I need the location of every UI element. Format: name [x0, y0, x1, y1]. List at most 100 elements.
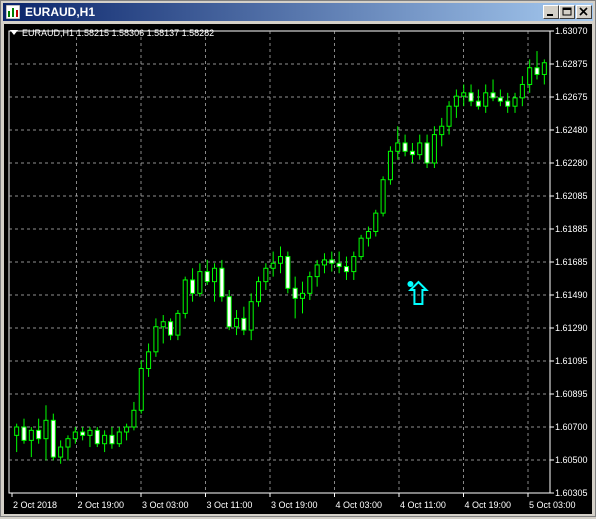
price-tick-label: 1.62875 [555, 59, 588, 69]
candle-body [138, 368, 144, 411]
candle-body [505, 100, 511, 107]
candle-body [131, 409, 137, 428]
candle-body [234, 317, 240, 328]
candle-body [241, 317, 247, 331]
time-tick-label: 3 Oct 19:00 [271, 500, 318, 510]
candlestick-chart[interactable]: 1.63070 1.62875 1.62675 1.62480 1.62280 1.620… [4, 24, 592, 514]
chart-window: EURAUD,H1 1.63070 1.62875 1.62675 1.62480 1.… [0, 0, 596, 517]
price-tick-label: 1.62675 [555, 92, 588, 102]
candle-body [190, 279, 196, 294]
candle-body [14, 426, 20, 436]
candle-body [219, 267, 225, 298]
chart-area[interactable]: 1.63070 1.62875 1.62675 1.62480 1.62280 1.620… [4, 24, 592, 514]
candle-body [417, 142, 423, 156]
candle-body [153, 326, 159, 353]
candle-body [373, 212, 379, 233]
candle-body [65, 438, 71, 448]
symbol-info-label: EURAUD,H1 1.58215 1.58306 1.58137 1.5828… [22, 28, 214, 38]
candle-body [365, 231, 371, 239]
close-button[interactable] [576, 5, 592, 19]
candle-body [343, 266, 349, 273]
time-tick-label: 4 Oct 11:00 [400, 500, 446, 510]
candle-body [204, 271, 210, 283]
candle-body [255, 281, 262, 303]
price-tick-label: 1.60305 [555, 488, 588, 498]
candle-body [58, 446, 64, 458]
candle-body [395, 142, 401, 152]
candle-body [21, 426, 27, 441]
candle-body [212, 267, 218, 283]
candle-body [124, 426, 130, 433]
candle-body [197, 271, 203, 294]
candle-body [439, 125, 445, 136]
candle-body [226, 296, 232, 328]
candle-body [446, 105, 452, 127]
close-icon [579, 7, 588, 16]
time-tick-label: 4 Oct 19:00 [465, 500, 512, 510]
candle-body [541, 62, 547, 75]
time-tick-label: 5 Oct 03:00 [529, 500, 576, 510]
candle-body [299, 292, 306, 299]
candle-body [453, 95, 459, 107]
candle-body [146, 351, 152, 370]
time-tick-label: 2 Oct 2018 [13, 500, 57, 510]
candles [14, 51, 547, 464]
candle-body [380, 179, 386, 214]
price-tick-label: 1.62480 [555, 125, 588, 135]
candle-body [424, 142, 430, 164]
candle-body [175, 312, 181, 336]
candle-body [270, 262, 276, 269]
minimize-icon [547, 14, 553, 16]
candle-body [116, 431, 122, 445]
candle-body [43, 419, 49, 440]
candle-body [160, 321, 166, 328]
chart-app-icon [6, 5, 20, 19]
maximize-icon [562, 7, 572, 16]
candle-body [490, 92, 496, 99]
buy-signal-arrow-icon [407, 280, 429, 305]
candle-body [263, 267, 269, 283]
title-bar[interactable]: EURAUD,H1 [3, 3, 593, 21]
minimize-button[interactable] [543, 5, 559, 19]
candle-body [182, 279, 188, 314]
price-tick-label: 1.62085 [555, 191, 588, 201]
candle-body [534, 67, 540, 75]
price-tick-label: 1.60500 [555, 455, 588, 465]
time-axis: 2 Oct 2018 2 Oct 19:00 3 Oct 03:00 3 Oct 11… [11, 493, 576, 510]
price-tick-label: 1.60895 [555, 389, 588, 399]
candle-body [468, 92, 474, 102]
candle-body [109, 434, 115, 445]
chart-menu-triangle-icon[interactable] [10, 30, 18, 35]
price-tick-label: 1.60700 [555, 422, 588, 432]
candle-body [329, 259, 335, 264]
candle-body [475, 100, 481, 107]
time-tick-label: 3 Oct 03:00 [142, 500, 189, 510]
candle-body [72, 431, 78, 440]
signal-dot [407, 280, 414, 287]
time-tick-label: 3 Oct 11:00 [207, 500, 253, 510]
candle-body [292, 287, 298, 299]
candle-body [36, 429, 42, 440]
candle-body [358, 237, 364, 258]
candle-body [80, 431, 86, 436]
candle-body [351, 256, 357, 273]
candle-body [248, 301, 254, 331]
maximize-button[interactable] [559, 5, 575, 19]
candle-body [94, 429, 100, 445]
price-axis: 1.63070 1.62875 1.62675 1.62480 1.62280 1.620… [550, 26, 588, 498]
candle-body [102, 434, 108, 445]
candle-body [527, 67, 533, 85]
candle-body [50, 419, 56, 458]
candle-body [431, 134, 437, 164]
price-tick-label: 1.61290 [555, 323, 588, 333]
price-tick-label: 1.61885 [555, 224, 588, 234]
price-tick-label: 1.61095 [555, 356, 588, 366]
price-tick-label: 1.62280 [555, 158, 588, 168]
candle-body [519, 83, 525, 99]
candle-body [87, 429, 93, 436]
candle-body [483, 92, 489, 107]
candle-body [277, 256, 284, 264]
candle-body [336, 262, 342, 268]
candle-body [497, 97, 503, 102]
time-tick-label: 2 Oct 19:00 [78, 500, 125, 510]
